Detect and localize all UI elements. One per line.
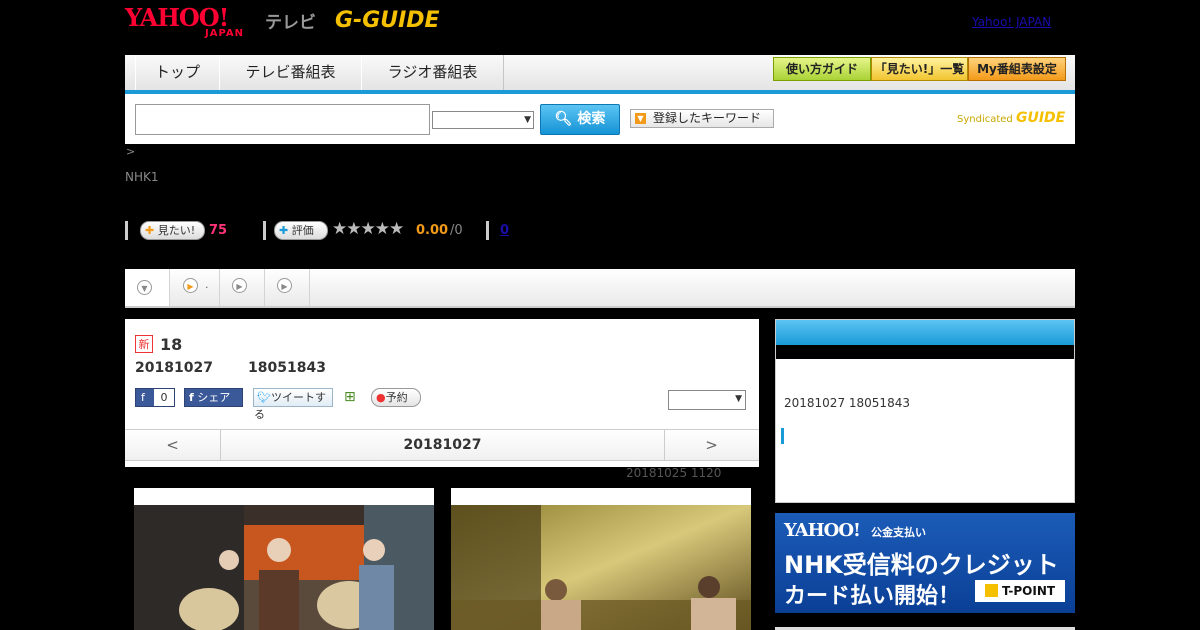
twitter-bird-icon: 🐦︎ (257, 391, 271, 404)
broadcast-note: 20181025 1120 (626, 466, 722, 480)
program-date: 20181027 (135, 360, 213, 376)
ad-banner[interactable]: YAHOO! 公金支払い NHK受信料のクレジット カード払い開始！ T-POI… (775, 513, 1075, 613)
nav-tab-radio-listings[interactable]: ラジオ番組表 (361, 55, 504, 90)
facebook-icon: f (189, 391, 194, 404)
rating-total: /0 (450, 223, 463, 238)
want-list-button[interactable]: 「見たい!」一覧 (871, 57, 968, 81)
prev-date-button[interactable]: < (125, 430, 220, 460)
facebook-icon: f (141, 391, 145, 404)
ad-headline: NHK受信料のクレジット (784, 551, 1059, 579)
search-button[interactable]: 🔍︎ 検索 (540, 104, 620, 135)
play-icon: ▶ (183, 278, 198, 293)
want-button[interactable]: ✚ 見たい! (140, 221, 205, 240)
nav-tab-top[interactable]: トップ (135, 55, 220, 90)
facebook-count: 0 (154, 389, 174, 406)
divider (486, 221, 489, 240)
record-dot-icon: ● (376, 391, 386, 404)
search-input[interactable] (135, 104, 430, 135)
tab-label: . (205, 278, 209, 291)
want-label: 見たい! (157, 224, 196, 237)
review-count-link[interactable]: 0 (500, 223, 509, 238)
tv-logo-text: テレビ (265, 13, 316, 33)
rating-value: 0.00 (416, 223, 449, 238)
side-panel-header (776, 320, 1074, 345)
facebook-like-button[interactable]: f0 (135, 388, 175, 407)
tab-play-2[interactable]: ▶ (220, 269, 265, 306)
triangle-down-icon: ▼ (635, 113, 646, 124)
ad-brand-sub: 公金支払い (871, 526, 926, 539)
program-time: 18051843 (248, 360, 326, 376)
nav-tab-tv-listings[interactable]: テレビ番組表 (219, 55, 362, 90)
want-count: 75 (209, 223, 228, 238)
side-marker (781, 428, 784, 444)
scene-image (451, 505, 751, 630)
gguide-logo[interactable]: G-GUIDE (335, 8, 440, 33)
next-date-button[interactable]: > (664, 430, 759, 460)
usage-guide-button[interactable]: 使い方ガイド (773, 57, 871, 81)
play-icon: ▶ (277, 278, 292, 293)
side-datetime: 20181027 18051843 (784, 396, 910, 410)
yahoo-japan-link[interactable]: Yahoo! JAPAN (972, 15, 1051, 29)
rate-button[interactable]: ✚ 評価 (274, 221, 328, 240)
divider (125, 221, 128, 240)
rating-stars: ★★★★★ (332, 219, 404, 239)
side-panel: 20181027 18051843 (775, 319, 1075, 503)
plus-icon: ✚ (279, 224, 289, 237)
program-option-select[interactable]: ▼ (668, 390, 746, 410)
tab-play-3[interactable]: ▶ (265, 269, 310, 306)
main-nav: トップ テレビ番組表 ラジオ番組表 使い方ガイド 「見たい!」一覧 My番組表設… (125, 55, 1075, 94)
syndicated-brand: GUIDE (1015, 110, 1066, 126)
tpoint-badge: T-POINT (975, 580, 1065, 602)
date-navigation: < 20181027 > (125, 429, 759, 461)
breadcrumb: > (126, 145, 136, 158)
search-icon: 🔍︎ (554, 111, 573, 127)
tpoint-label: T-POINT (1001, 584, 1056, 598)
syndicated-label: Syndicated (957, 114, 1013, 125)
scene-image (134, 505, 434, 630)
rate-label: 評価 (291, 224, 314, 237)
share-label: シェア (197, 391, 231, 404)
chevron-down-icon: ▼ (137, 280, 152, 295)
search-bar: ▼ 🔍︎ 検索 ▼ 登録したキーワード Syndicated GUIDE (125, 94, 1075, 144)
plus-icon: ✚ (145, 224, 155, 237)
search-button-label: 検索 (577, 111, 606, 127)
add-calendar-icon[interactable]: ⊞ (344, 389, 356, 405)
chevron-down-icon: ▼ (524, 115, 531, 125)
tab-info[interactable]: ▼ (125, 269, 170, 306)
chevron-down-icon: ▼ (735, 394, 742, 404)
side-panel-subheader (776, 345, 1074, 359)
program-photo-1[interactable] (134, 488, 434, 630)
play-icon: ▶ (232, 278, 247, 293)
saved-keywords-label: 登録したキーワード (653, 111, 762, 125)
tpoint-icon (984, 584, 998, 597)
yahoo-logo[interactable]: YAHOO! (125, 6, 229, 30)
reserve-button[interactable]: ●予約 (371, 388, 421, 407)
program-panel: 新 18 20181027 18051843 f0 f シェア 🐦︎ツイートする… (125, 319, 759, 467)
divider (263, 221, 266, 240)
reserve-label: 予約 (385, 391, 408, 404)
facebook-share-button[interactable]: f シェア (184, 388, 243, 407)
yahoo-japan-logo-sub: JAPAN (205, 28, 244, 39)
tab-video[interactable]: ▶. (170, 269, 220, 306)
saved-keywords-button[interactable]: ▼ 登録したキーワード (630, 109, 774, 128)
search-category-select[interactable]: ▼ (432, 111, 534, 129)
program-photo-2[interactable] (451, 488, 751, 630)
content-tabs: ▼ ▶. ▶ ▶ (125, 269, 1075, 308)
new-badge: 新 (135, 335, 153, 353)
my-listings-settings-button[interactable]: My番組表設定 (968, 57, 1066, 81)
channel-name: NHK1 (125, 170, 159, 184)
ad-subheadline: カード払い開始！ (784, 584, 961, 609)
tweet-button[interactable]: 🐦︎ツイートする (253, 388, 333, 421)
program-title: 18 (160, 335, 183, 354)
ad-brand-logo: YAHOO! (784, 520, 861, 541)
current-date: 20181027 (220, 430, 665, 460)
syndicated-gguide-logo: Syndicated GUIDE (957, 110, 1065, 126)
